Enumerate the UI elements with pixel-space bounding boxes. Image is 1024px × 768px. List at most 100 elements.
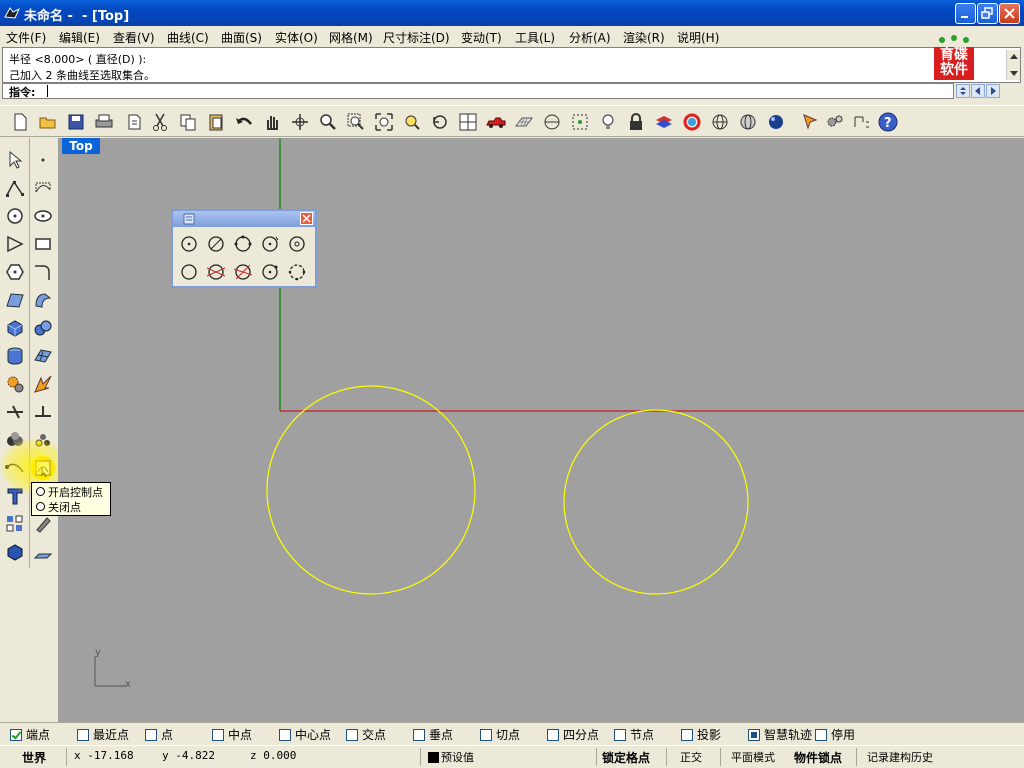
menu-solid[interactable]: 实体(O) [275,29,318,46]
menu-edit[interactable]: 编辑(E) [59,29,100,46]
block-button[interactable] [3,540,27,564]
dimension-button[interactable] [850,110,874,134]
curve-tools-button[interactable] [3,456,27,480]
menu-help[interactable]: 说明(H) [677,29,719,46]
scroll-right-button[interactable] [986,84,1000,98]
osnap-point[interactable]: 点 [145,726,173,742]
osnap-perpendicular[interactable]: 垂点 [413,726,453,742]
light-button[interactable] [596,110,620,134]
close-button[interactable] [999,3,1020,24]
minimize-button[interactable] [955,3,976,24]
osnap-checkbox[interactable] [547,729,559,741]
circle-tan-3-button[interactable] [231,260,255,284]
command-line[interactable]: 指令: [2,83,954,99]
fillet-button[interactable] [31,260,55,284]
status-grid-snap[interactable]: 锁定格点 [602,749,650,766]
zoom-extents-button[interactable] [372,110,396,134]
explode-button[interactable] [31,372,55,396]
import-button[interactable] [122,110,146,134]
menu-render[interactable]: 渲染(R) [623,29,665,46]
point-edit-button[interactable] [31,456,55,480]
sphere-button[interactable] [31,316,55,340]
viewport-title[interactable]: Top [62,138,100,154]
menu-surface[interactable]: 曲面(S) [221,29,262,46]
zoom-selected-button[interactable] [400,110,424,134]
circle-deformable-button[interactable] [258,260,282,284]
menu-mesh[interactable]: 网格(M) [329,29,373,46]
osnap-end[interactable]: 端点 [10,726,50,742]
osnap-near[interactable]: 最近点 [77,726,129,742]
circle-diameter-button[interactable] [204,232,228,256]
circle-around-curve-button[interactable] [177,260,201,284]
lock-button[interactable] [624,110,648,134]
osnap-checkbox[interactable] [145,729,157,741]
boolean-button[interactable] [3,428,27,452]
circle-tangent-button[interactable] [258,232,282,256]
car-button[interactable] [484,110,508,134]
osnap-button[interactable] [568,110,592,134]
menu-transform[interactable]: 变动(T) [461,29,502,46]
ellipse-button[interactable] [31,204,55,228]
osnap-checkbox[interactable] [681,729,693,741]
spin-button[interactable] [956,84,970,98]
osnap-disable[interactable]: 停用 [815,726,855,742]
rotate-view-button[interactable] [288,110,312,134]
surface-button[interactable] [3,288,27,312]
flyout-close-button[interactable] [300,212,313,225]
osnap-checkbox[interactable] [413,729,425,741]
menu-dimension[interactable]: 尺寸标注(D) [383,29,450,46]
circle-vertical-button[interactable] [285,232,309,256]
open-button[interactable] [36,110,60,134]
history-scrollbar[interactable] [1006,50,1020,80]
zoom-window-button[interactable] [344,110,368,134]
four-viewports-button[interactable] [456,110,480,134]
help-button[interactable]: ? [876,110,900,134]
osnap-project[interactable]: 投影 [681,726,721,742]
point-button[interactable] [31,148,55,172]
scroll-left-button[interactable] [971,84,985,98]
osnap-quadrant[interactable]: 四分点 [547,726,599,742]
osnap-tangent[interactable]: 切点 [480,726,520,742]
osnap-checkbox[interactable] [10,729,22,741]
osnap-smart-track[interactable]: 智慧轨迹 [748,726,812,742]
status-layer[interactable]: 预设值 [441,749,474,765]
osnap-checkbox[interactable] [480,729,492,741]
undo-button[interactable] [232,110,256,134]
osnap-knot[interactable]: 节点 [614,726,654,742]
color-button[interactable] [680,110,704,134]
polyline-button[interactable] [3,176,27,200]
status-ortho[interactable]: 正交 [680,749,702,765]
render-tools-button[interactable] [31,428,55,452]
osnap-checkbox[interactable] [212,729,224,741]
osnap-intersection[interactable]: 交点 [346,726,386,742]
dimension-tool-button[interactable] [31,400,55,424]
status-osnap[interactable]: 物件锁点 [794,749,842,766]
text-button[interactable] [3,484,27,508]
marker-button[interactable] [798,110,822,134]
cylinder-button[interactable] [3,344,27,368]
cut-button[interactable] [148,110,172,134]
polygon-button[interactable] [3,260,27,284]
arc-button[interactable] [3,232,27,256]
circle-tan-tan-button[interactable] [204,260,228,284]
circle-center-radius-button[interactable] [177,232,201,256]
osnap-center[interactable]: 中心点 [279,726,331,742]
osnap-checkbox[interactable] [77,729,89,741]
zoom-dynamic-button[interactable] [316,110,340,134]
curve-interp-button[interactable] [31,176,55,200]
paste-button[interactable] [204,110,228,134]
status-planar[interactable]: 平面模式 [731,749,775,765]
circle-3pt-button[interactable] [231,232,255,256]
status-history[interactable]: 记录建构历史 [867,749,933,765]
title-bar[interactable]: 未命名 - - [Top] [0,0,1024,26]
osnap-checkbox[interactable] [279,729,291,741]
new-file-button[interactable] [8,110,32,134]
transform-gears-button[interactable] [3,372,27,396]
pan-button[interactable] [260,110,284,134]
solid-box-button[interactable] [3,316,27,340]
copy-button[interactable] [176,110,200,134]
undo-view-button[interactable] [428,110,452,134]
osnap-checkbox[interactable] [346,729,358,741]
menu-curve[interactable]: 曲线(C) [167,29,209,46]
status-cplane[interactable]: 世界 [22,749,46,766]
